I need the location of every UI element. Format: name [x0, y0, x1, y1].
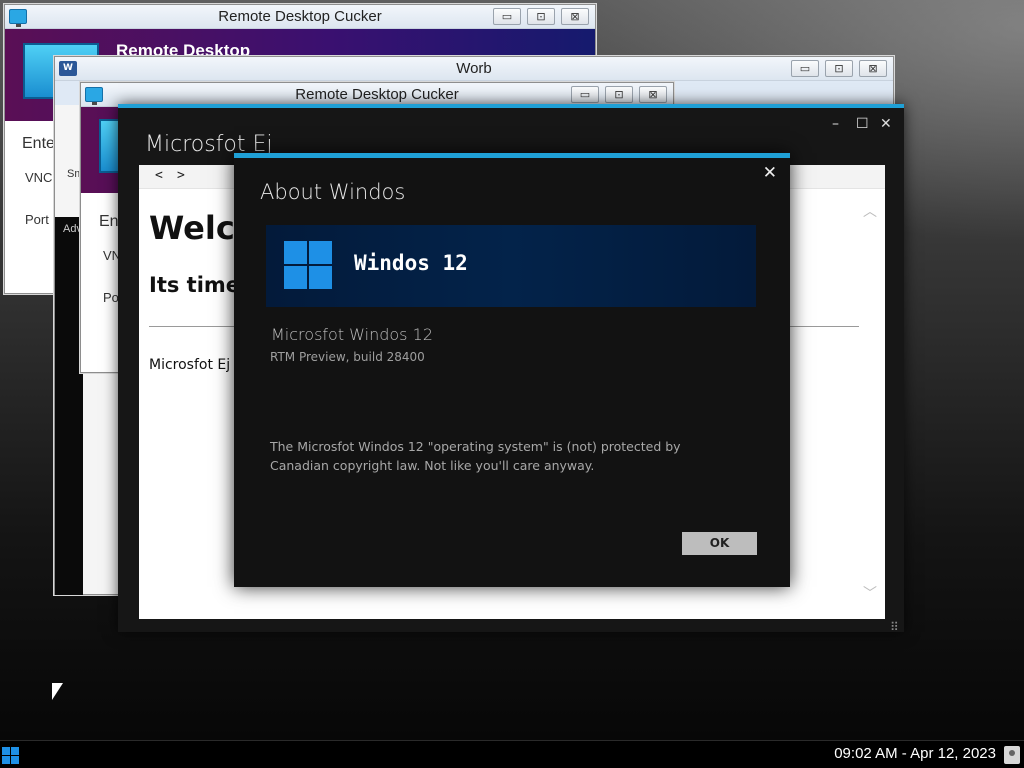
mouse-cursor-icon — [52, 683, 63, 700]
ok-button[interactable]: OK — [682, 532, 757, 555]
close-button[interactable]: ⊠ — [639, 86, 667, 103]
start-button[interactable] — [2, 747, 19, 764]
enter-label: En — [99, 213, 119, 230]
legal-notice: The Microsfot Windos 12 "operating syste… — [270, 439, 681, 473]
close-button[interactable]: ⊠ — [859, 60, 887, 77]
minimize-button[interactable]: ▭ — [493, 8, 521, 25]
resize-grip-icon[interactable]: ⠿ — [890, 620, 899, 634]
minimize-button[interactable]: ▭ — [571, 86, 599, 103]
close-button[interactable]: ⊠ — [561, 8, 589, 25]
maximize-button[interactable]: ☐ — [856, 116, 869, 132]
product-name: Windos 12 — [354, 251, 468, 275]
port-label: Port — [25, 212, 49, 227]
enter-label: Ente — [22, 135, 55, 152]
maximize-button[interactable]: ⊡ — [527, 8, 555, 25]
port-label: Po — [103, 290, 119, 305]
close-button[interactable]: ✕ — [880, 116, 892, 132]
user-icon[interactable] — [1004, 746, 1020, 764]
taskbar: 09:02 AM - Apr 12, 2023 — [0, 740, 1024, 768]
minimize-button[interactable]: – — [832, 116, 839, 132]
scroll-up-button[interactable]: ︿ — [863, 201, 877, 221]
taskbar-clock[interactable]: 09:02 AM - Apr 12, 2023 — [834, 745, 996, 762]
maximize-button[interactable]: ⊡ — [605, 86, 633, 103]
product-banner: Windos 12 — [266, 225, 756, 307]
scroll-down-button[interactable]: ﹀ — [863, 583, 877, 603]
titlebar[interactable]: W Worb ▭ ⊡ ⊠ — [55, 57, 893, 81]
minimize-button[interactable]: ▭ — [791, 60, 819, 77]
windows-logo-icon — [284, 241, 332, 289]
build-info: RTM Preview, build 28400 — [270, 350, 425, 364]
dialog-title: About Windos — [260, 180, 406, 204]
maximize-button[interactable]: ⊡ — [825, 60, 853, 77]
about-dialog[interactable]: About Windos ✕ Windos 12 Microsfot Windo… — [234, 153, 790, 587]
window-title: Worb — [456, 60, 492, 77]
sidebar-strip — [55, 217, 83, 595]
forward-button[interactable]: > — [177, 168, 185, 183]
page-text: Microsfot Ej — [149, 357, 231, 373]
vnc-label: VNC — [25, 170, 53, 185]
back-button[interactable]: < — [155, 168, 163, 183]
product-full-name: Microsfot Windos 12 — [271, 325, 433, 344]
titlebar[interactable]: Remote Desktop Cucker ▭ ⊡ ⊠ — [5, 5, 595, 29]
close-button[interactable]: ✕ — [763, 163, 777, 183]
